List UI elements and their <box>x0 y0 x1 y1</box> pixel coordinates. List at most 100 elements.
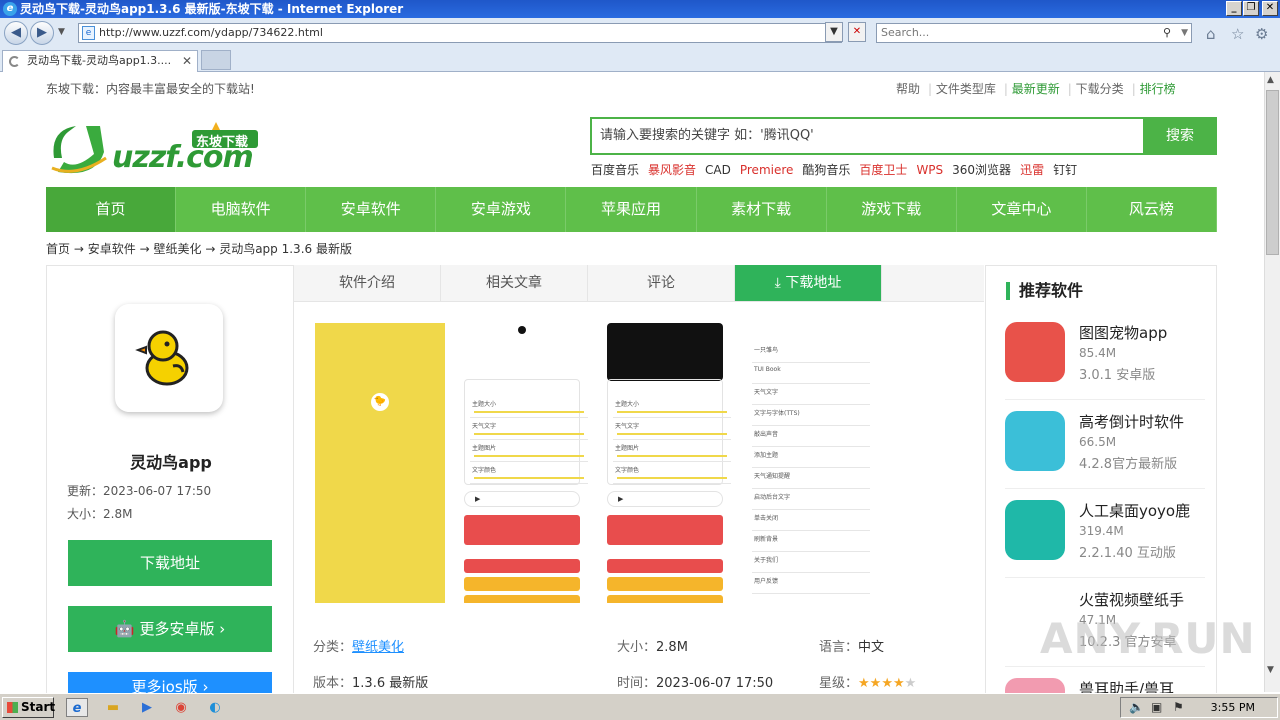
anyrun-watermark: ANY.RUN <box>1040 614 1256 663</box>
hot-word[interactable]: CAD <box>705 163 731 177</box>
screenshot-1[interactable]: 🐤 <box>315 323 445 603</box>
red-banner <box>607 515 723 545</box>
breadcrumb-android[interactable]: 安卓软件 <box>88 242 136 256</box>
scroll-thumb[interactable] <box>1266 90 1279 255</box>
recommend-name[interactable]: 火萤视频壁纸手 <box>1079 589 1184 610</box>
taskbar-ie-icon[interactable]: e <box>66 698 88 717</box>
hot-word[interactable]: 酷狗音乐 <box>802 163 850 177</box>
mock-slider <box>617 477 727 479</box>
download-button[interactable]: 下载地址 <box>68 540 272 586</box>
recommend-item[interactable]: 人工桌面yoyo鹿 319.4M 2.2.1.40 互动版 <box>1005 494 1205 578</box>
scroll-down-icon[interactable]: ▼ <box>1267 665 1274 675</box>
home-icon[interactable]: ⌂ <box>1206 25 1216 43</box>
nav-item[interactable]: 游戏下载 <box>827 187 957 232</box>
breadcrumb-sep: → <box>139 242 150 256</box>
recommend-item[interactable]: 兽耳助手/兽耳 <box>1005 672 1205 694</box>
system-tray: 🔈 ▣ ⚑ 3:55 PM <box>1120 697 1278 718</box>
hot-word[interactable]: 百度卫士 <box>859 163 907 177</box>
nav-item[interactable]: 首页 <box>46 187 177 232</box>
search-icon[interactable]: ⚲ <box>1163 24 1171 42</box>
taskbar-edge-icon[interactable]: ◐ <box>204 698 226 717</box>
nav-item[interactable]: 文章中心 <box>957 187 1087 232</box>
mock-divider <box>752 425 870 426</box>
info-version: 版本：1.3.6 最新版 <box>313 676 429 691</box>
recommend-item[interactable]: 图图宠物app 85.4M 3.0.1 安卓版 <box>1005 316 1205 400</box>
mock-row-label: 文字颜色 <box>615 467 640 474</box>
breadcrumb-sep: → <box>73 242 84 256</box>
hot-word[interactable]: WPS <box>916 163 943 177</box>
nav-item[interactable]: 电脑软件 <box>176 187 307 232</box>
link-categories[interactable]: 下载分类 <box>1076 82 1124 96</box>
red-strip <box>607 559 723 573</box>
network-icon[interactable]: ▣ <box>1151 700 1162 714</box>
tab-download[interactable]: ⤓ 下载地址 <box>735 265 882 301</box>
back-button[interactable]: ◀ <box>4 21 28 45</box>
new-tab-button[interactable] <box>201 50 231 70</box>
history-dropdown-icon[interactable]: ▼ <box>58 27 65 37</box>
site-search-input[interactable]: 请输入要搜索的关键字 如：'腾讯QQ' <box>590 117 1145 155</box>
nav-item[interactable]: 风云榜 <box>1087 187 1217 232</box>
close-window-button[interactable]: ✕ <box>1262 1 1278 16</box>
recommend-name[interactable]: 图图宠物app <box>1079 322 1167 343</box>
nav-item[interactable]: 安卓软件 <box>306 187 437 232</box>
forward-button[interactable]: ▶ <box>30 21 54 45</box>
action-center-flag-icon[interactable]: ⚑ <box>1173 700 1184 714</box>
hot-word[interactable]: 360浏览器 <box>952 163 1011 177</box>
link-latest[interactable]: 最新更新 <box>1012 82 1060 96</box>
recommend-item[interactable]: 高考倒计时软件 66.5M 4.2.8官方最新版 <box>1005 405 1205 489</box>
tab-comments[interactable]: 评论 <box>588 265 735 301</box>
hot-word[interactable]: 暴风影音 <box>648 163 696 177</box>
nav-item[interactable]: 安卓游戏 <box>436 187 567 232</box>
breadcrumb-wallpaper[interactable]: 壁纸美化 <box>153 242 201 256</box>
recommend-name[interactable]: 人工桌面yoyo鹿 <box>1079 500 1190 521</box>
screenshot-4[interactable]: 一只雏鸟 TUI Book 天气文字 文字与字体(TTS) 敲出声音 添加主题 天气通知提醒… <box>746 323 876 603</box>
screenshot-2[interactable]: ▶ 主题大小 天气文字 主题图片 文字颜色 <box>464 323 594 603</box>
taskbar-explorer-icon[interactable]: ▬ <box>102 698 124 717</box>
hot-word[interactable]: Premiere <box>740 163 794 177</box>
search-dropdown-icon[interactable]: ▼ <box>1181 24 1188 42</box>
favorites-star-icon[interactable]: ☆ <box>1231 25 1244 43</box>
hot-word[interactable]: 百度音乐 <box>591 163 639 177</box>
app-updated: 更新：2023-06-07 17:50 <box>67 484 212 498</box>
hot-word[interactable]: 迅雷 <box>1020 163 1044 177</box>
category-link[interactable]: 壁纸美化 <box>352 640 404 655</box>
tab-articles[interactable]: 相关文章 <box>441 265 588 301</box>
mock-slider <box>474 411 584 413</box>
recommend-app-icon[interactable] <box>1005 411 1065 471</box>
link-filetypes[interactable]: 文件类型库 <box>936 82 996 96</box>
recommend-app-icon[interactable] <box>1005 500 1065 560</box>
hot-word[interactable]: 钉钉 <box>1053 163 1077 177</box>
site-search-button[interactable]: 搜索 <box>1143 117 1217 155</box>
minimize-button[interactable]: _ <box>1226 1 1242 16</box>
scroll-up-icon[interactable]: ▲ <box>1267 75 1274 85</box>
address-dropdown-button[interactable]: ▼ <box>825 22 843 42</box>
more-android-button[interactable]: 🤖 更多安卓版 › <box>68 606 272 652</box>
link-ranking[interactable]: 排行榜 <box>1140 82 1176 96</box>
volume-icon[interactable]: 🔈 <box>1129 700 1144 714</box>
page-scrollbar[interactable]: ▲ ▼ <box>1264 72 1280 692</box>
start-button[interactable]: Start <box>2 697 55 718</box>
screenshot-3[interactable]: ▶ 主题大小 天气文字 主题图片 文字颜色 <box>607 323 737 603</box>
address-bar[interactable]: e http://www.uzzf.com/ydapp/734622.html <box>78 23 842 43</box>
breadcrumb-home[interactable]: 首页 <box>46 242 70 256</box>
browser-tab-active[interactable]: 灵动鸟下载-灵动鸟app1.3.... ✕ <box>2 50 198 72</box>
url-text: http://www.uzzf.com/ydapp/734622.html <box>99 26 323 39</box>
windows-taskbar: Start e ▬ ▶ ◉ ◐ 🔈 ▣ ⚑ 3:55 PM <box>0 693 1280 720</box>
browser-search-input[interactable]: Search... ⚲ ▼ <box>876 23 1192 43</box>
recommend-name[interactable]: 高考倒计时软件 <box>1079 411 1184 432</box>
nav-item[interactable]: 素材下载 <box>697 187 827 232</box>
restore-button[interactable]: ❐ <box>1243 1 1259 16</box>
link-help[interactable]: 帮助 <box>896 82 920 96</box>
taskbar-media-icon[interactable]: ▶ <box>136 698 158 717</box>
stop-button[interactable]: ✕ <box>848 22 866 42</box>
site-logo[interactable]: 东坡下载 uzzf.com <box>46 118 261 178</box>
tab-close-icon[interactable]: ✕ <box>182 51 192 71</box>
nav-item[interactable]: 苹果应用 <box>566 187 697 232</box>
recommend-app-icon[interactable] <box>1005 322 1065 382</box>
tools-gear-icon[interactable]: ⚙ <box>1255 25 1268 43</box>
tab-intro[interactable]: 软件介绍 <box>294 265 441 301</box>
taskbar-chrome-icon[interactable]: ◉ <box>170 698 192 717</box>
recommend-title: 推荐软件 <box>1006 282 1083 300</box>
mock-divider <box>470 417 588 418</box>
chick-icon: 🐤 <box>371 393 389 411</box>
